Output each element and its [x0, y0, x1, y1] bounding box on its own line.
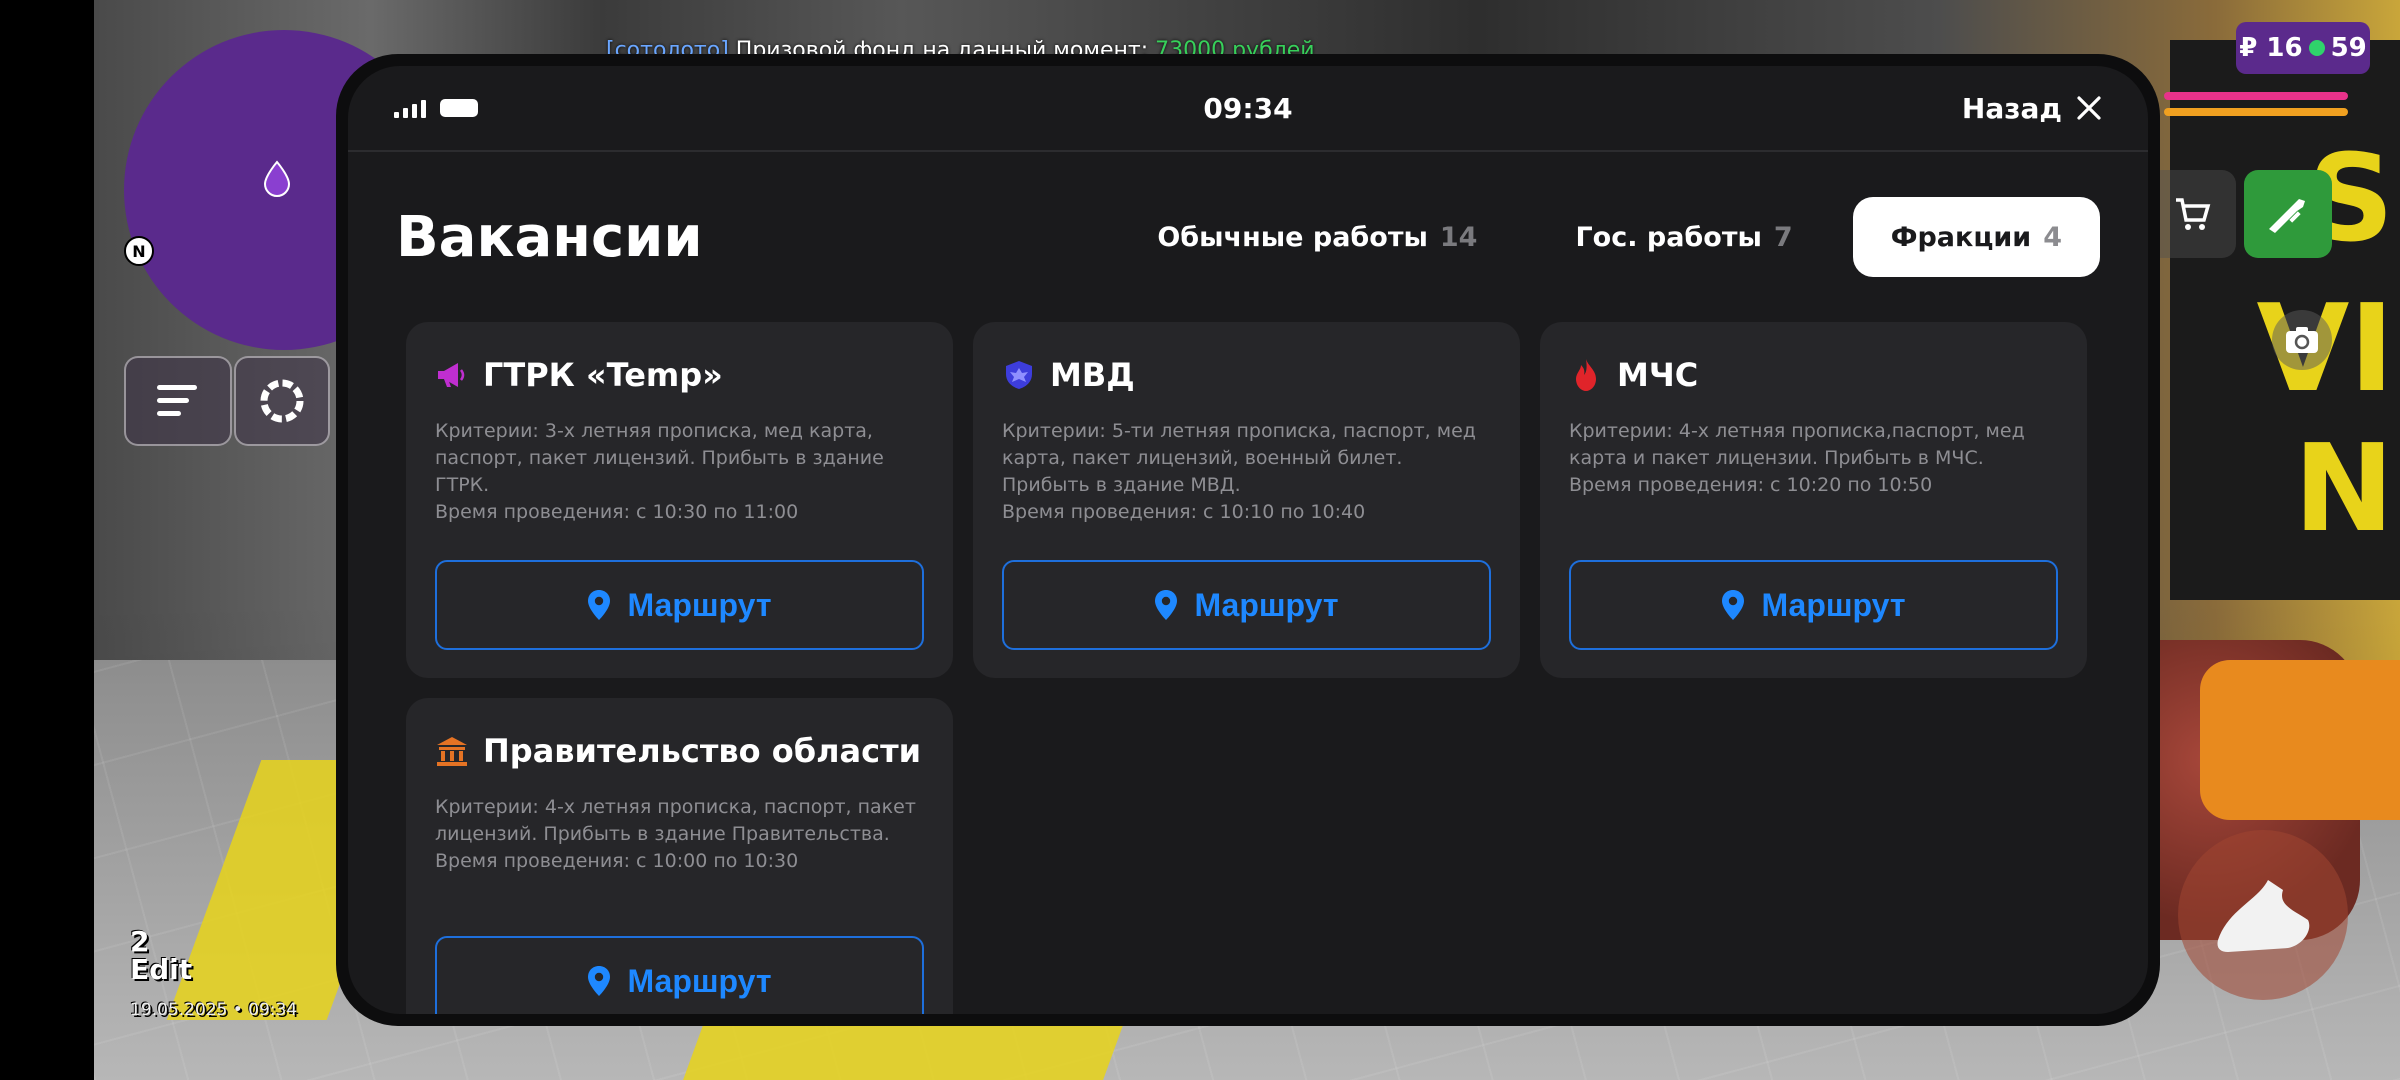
tab-regular-jobs[interactable]: Обычные работы 14: [1119, 197, 1515, 277]
location-pin-icon: [588, 590, 611, 620]
vacancy-card: МВД Критерии: 5-ти летняя прописка, пасп…: [973, 322, 1520, 678]
tab-factions[interactable]: Фракции 4: [1852, 197, 2100, 277]
vacancy-time: Время проведения: с 10:00 по 10:30: [435, 850, 799, 872]
cart-icon: [2176, 198, 2211, 230]
status-bar: 09:34 Назад: [348, 66, 2148, 152]
tab-label: Гос. работы: [1575, 221, 1762, 253]
route-button[interactable]: Маршрут: [435, 560, 924, 650]
watermark-date: 19.05.2025 • 09:34: [130, 1000, 298, 1020]
tab-count: 14: [1439, 221, 1478, 253]
sneaker-icon: [2217, 880, 2310, 952]
status-time: 09:34: [1203, 91, 1293, 125]
sofa-cushion: [2200, 660, 2400, 820]
camera-switch-button[interactable]: [2272, 310, 2332, 370]
watermark-number: 2: [130, 925, 150, 958]
lifebuoy-icon: [260, 379, 304, 423]
vacancy-time: Время проведения: с 10:20 по 10:50: [1569, 474, 1933, 496]
phone-frame: 09:34 Назад Вакансии Обычные работы 14 Г…: [336, 54, 2160, 1026]
vacancy-card: МЧС Критерии: 4-х летняя прописка,паспор…: [1540, 322, 2087, 678]
sprint-button[interactable]: [2178, 830, 2348, 1000]
tab-count: 7: [1773, 221, 1793, 253]
category-tabs: Обычные работы 14 Гос. работы 7 Фракции …: [1119, 197, 2100, 277]
player-marker-icon: [263, 160, 291, 197]
vacancy-title: МВД: [1050, 356, 1135, 394]
route-label: Маршрут: [1761, 586, 1906, 623]
tab-label: Фракции: [1890, 221, 2032, 253]
route-button[interactable]: Маршрут: [435, 936, 924, 1014]
menu-button[interactable]: [124, 356, 232, 446]
location-pin-icon: [1722, 590, 1745, 620]
wheel-button[interactable]: [234, 356, 330, 446]
government-building-icon: [435, 734, 469, 768]
page-title: Вакансии: [396, 204, 703, 270]
rifle-icon: [2269, 199, 2305, 233]
vacancy-time: Время проведения: с 10:30 по 11:00: [435, 501, 799, 523]
armor-bar: [2164, 108, 2348, 116]
vacancy-criteria: Критерии: 4-х летняя прописка, паспорт, …: [435, 796, 916, 845]
route-button[interactable]: Маршрут: [1002, 560, 1491, 650]
online-dot-icon: [2308, 40, 2325, 56]
back-button[interactable]: Назад: [1962, 92, 2102, 125]
tab-gov-jobs[interactable]: Гос. работы 7: [1537, 197, 1830, 277]
watermark-edit: Edit: [130, 953, 193, 986]
vacancy-criteria: Критерии: 3-х летняя прописка, мед карта…: [435, 420, 884, 496]
menu-icon: [157, 385, 197, 416]
route-label: Маршрут: [627, 962, 772, 999]
vacancy-card: Правительство области Критерии: 4-х летн…: [406, 698, 953, 1014]
signal-icon: [394, 98, 426, 118]
battery-icon: [440, 99, 478, 117]
vacancy-criteria: Критерии: 5-ти летняя прописка, паспорт,…: [1002, 420, 1476, 496]
money-display: ₽ 16 59: [2236, 22, 2370, 74]
vacancy-criteria: Критерии: 4-х летняя прописка,паспорт, м…: [1569, 420, 2025, 469]
vacancy-list: ГТРК «Temp» Критерии: 3-х летняя прописк…: [406, 322, 2087, 1014]
vacancy-title: МЧС: [1617, 356, 1699, 394]
fire-icon: [1569, 358, 1603, 392]
megaphone-icon: [435, 358, 469, 392]
vacancy-time: Время проведения: с 10:10 по 10:40: [1002, 501, 1366, 523]
health-bar: [2164, 92, 2348, 100]
weapon-button[interactable]: [2244, 170, 2332, 258]
close-icon: [2077, 96, 2101, 120]
tab-count: 4: [2043, 221, 2062, 253]
tab-label: Обычные работы: [1157, 221, 1428, 253]
route-button[interactable]: Маршрут: [1569, 560, 2058, 650]
vacancy-title: ГТРК «Temp»: [483, 356, 723, 394]
location-pin-icon: [588, 966, 611, 996]
vacancy-card: ГТРК «Temp» Критерии: 3-х летняя прописк…: [406, 322, 953, 678]
screenshot-watermark: 2 Edit 19.05.2025 • 09:34: [130, 925, 298, 1021]
police-shield-icon: [1002, 358, 1036, 392]
camera-rotate-icon: [2286, 327, 2318, 353]
route-label: Маршрут: [1194, 586, 1339, 623]
money-left: ₽ 16: [2239, 33, 2303, 63]
phone-screen: 09:34 Назад Вакансии Обычные работы 14 Г…: [348, 66, 2148, 1014]
north-indicator: N: [124, 236, 154, 266]
page-header: Вакансии Обычные работы 14 Гос. работы 7…: [348, 152, 2148, 322]
back-label: Назад: [1961, 91, 2062, 125]
floor-paint: [683, 1020, 1125, 1080]
location-pin-icon: [1155, 590, 1178, 620]
vacancy-title: Правительство области: [483, 732, 922, 770]
money-right: 59: [2330, 33, 2367, 63]
shop-button[interactable]: [2148, 170, 2236, 258]
route-label: Маршрут: [627, 586, 772, 623]
